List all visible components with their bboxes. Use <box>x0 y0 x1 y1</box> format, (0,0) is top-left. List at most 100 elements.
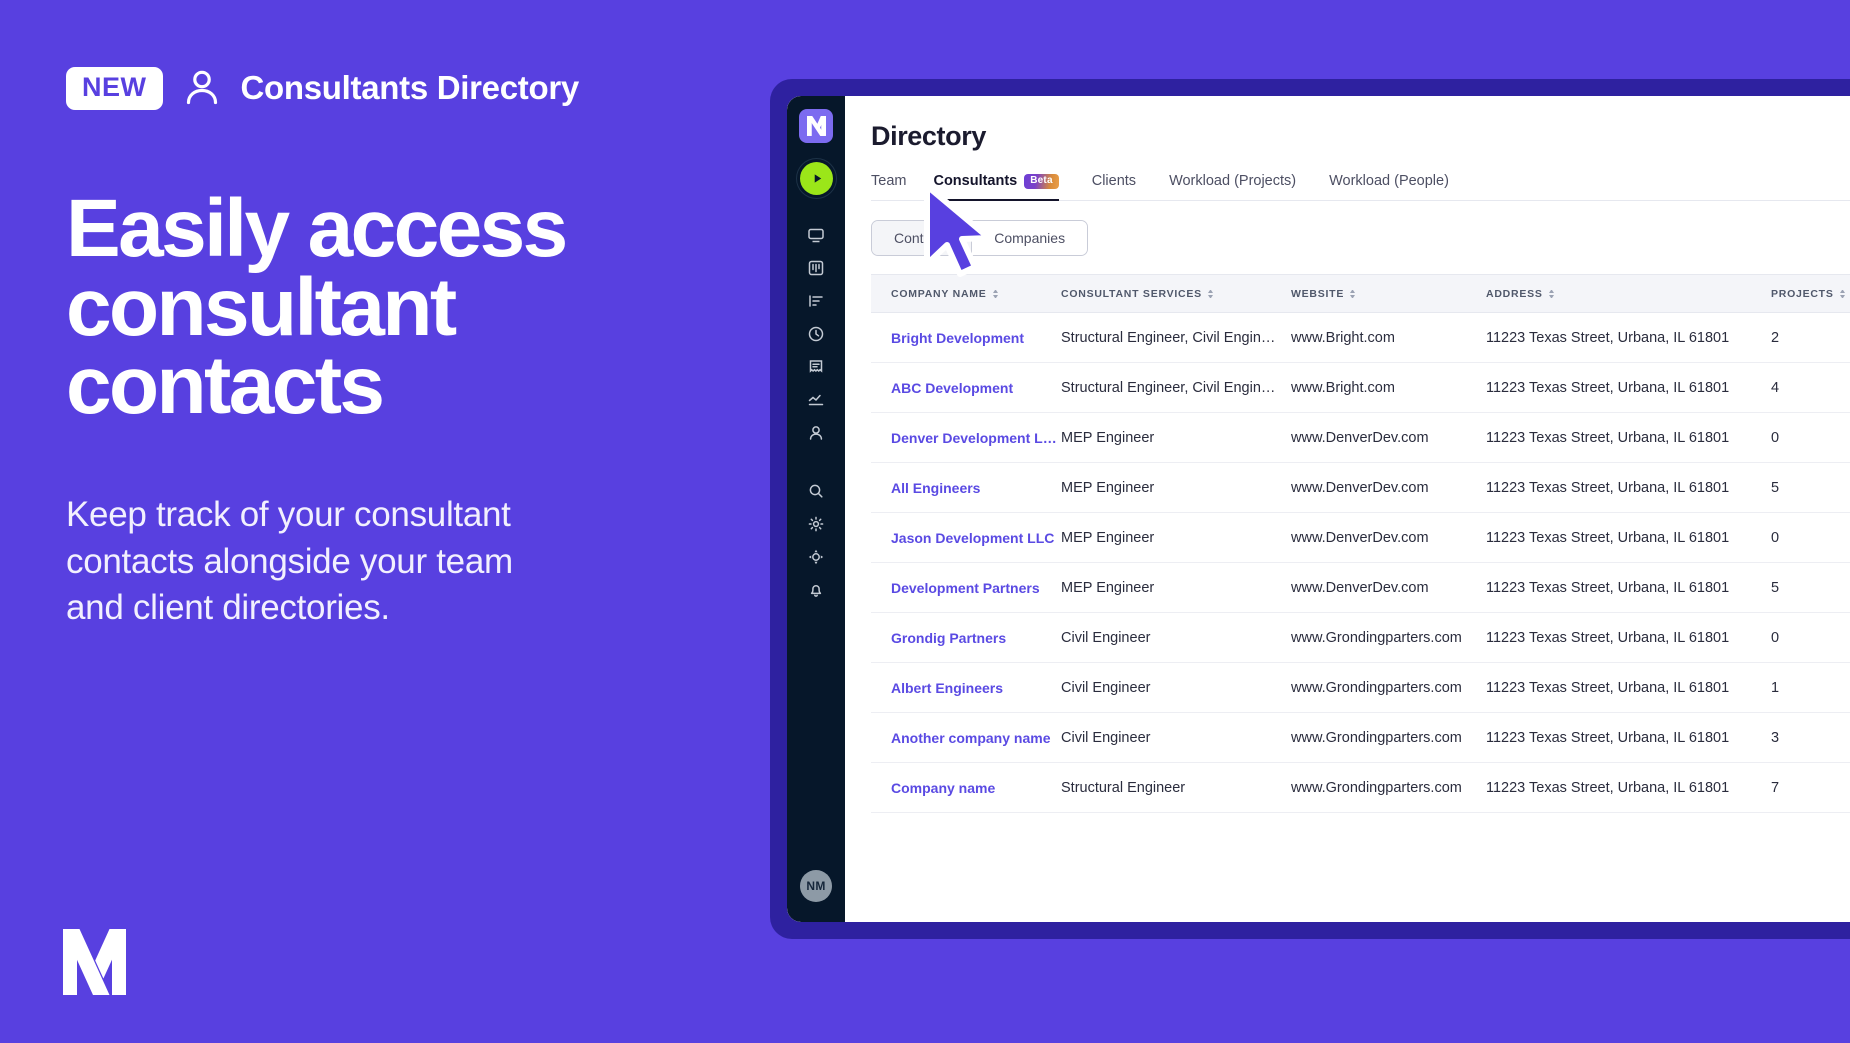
cell-company-name[interactable]: Denver Development LLC <box>871 412 1061 463</box>
cell-projects: 0 <box>1771 612 1850 663</box>
cell-company-name[interactable]: Another company name <box>871 712 1061 763</box>
cell-projects: 7 <box>1771 762 1850 813</box>
sort-icon <box>1839 289 1845 298</box>
tab-workload-people[interactable]: Workload (People) <box>1329 173 1466 200</box>
sidebar-item-monitor[interactable] <box>787 221 845 254</box>
monograph-logo <box>63 929 126 995</box>
table-row[interactable]: Another company name Civil Engineer www.Gr… <box>871 712 1850 763</box>
cell-website: www.Bright.com <box>1291 362 1486 413</box>
table-row[interactable]: Grondig Partners Civil Engineer www.Grondi… <box>871 612 1850 663</box>
table-row[interactable]: ABC Development Structural Engineer, Civi… <box>871 362 1850 413</box>
start-timer-button[interactable] <box>799 162 833 195</box>
cell-website: www.DenverDev.com <box>1291 512 1486 563</box>
consultants-table: COMPANY NAME CONSULTANT SERVICES WEBSITE… <box>871 274 1850 813</box>
app-window: NM Directory Team Consultants Beta Clien… <box>787 96 1850 922</box>
sidebar-logo-icon[interactable] <box>799 109 833 143</box>
sidebar-item-search[interactable] <box>787 477 845 510</box>
cell-consultant-services: Civil Engineer <box>1061 612 1291 663</box>
sidebar-item-board[interactable] <box>787 254 845 287</box>
cell-company-name[interactable]: All Engineers <box>871 462 1061 513</box>
person-icon <box>807 424 825 447</box>
cell-address: 11223 Texas Street, Urbana, IL 61801 <box>1486 562 1771 613</box>
table-row[interactable]: All Engineers MEP Engineer www.DenverDev.c… <box>871 462 1850 513</box>
cell-company-name[interactable]: Albert Engineers <box>871 662 1061 713</box>
sidebar-item-settings[interactable] <box>787 510 845 543</box>
beta-badge: Beta <box>1024 173 1059 189</box>
table-row[interactable]: Development Partners MEP Engineer www.Denv… <box>871 562 1850 613</box>
sidebar-item-notifications[interactable] <box>787 576 845 609</box>
cell-consultant-services: Civil Engineer <box>1061 712 1291 763</box>
task-list-icon <box>807 292 825 315</box>
sidebar-item-time[interactable] <box>787 320 845 353</box>
table-row[interactable]: Albert Engineers Civil Engineer www.Grondi… <box>871 662 1850 713</box>
segment-contacts[interactable]: Contacts <box>872 221 973 255</box>
sort-icon <box>1548 289 1554 298</box>
subcopy: Keep track of your consultant contacts a… <box>66 495 513 628</box>
cell-projects: 1 <box>1771 662 1850 713</box>
cell-website: www.Grondingparters.com <box>1291 762 1486 813</box>
cell-website: www.Grondingparters.com <box>1291 712 1486 763</box>
tab-label: Consultants <box>933 173 1018 189</box>
cell-consultant-services: MEP Engineer <box>1061 562 1291 613</box>
column-header-consultant-services[interactable]: CONSULTANT SERVICES <box>1061 274 1291 313</box>
sidebar-item-reports[interactable] <box>787 386 845 419</box>
cell-projects: 0 <box>1771 412 1850 463</box>
cell-projects: 0 <box>1771 512 1850 563</box>
cell-company-name[interactable]: Jason Development LLC <box>871 512 1061 563</box>
avatar[interactable]: NM <box>800 870 832 902</box>
tab-label: Workload (People) <box>1329 173 1449 189</box>
sort-icon <box>1207 289 1213 298</box>
sidebar-item-navigate[interactable] <box>787 543 845 576</box>
cell-address: 11223 Texas Street, Urbana, IL 61801 <box>1486 712 1771 763</box>
column-label: COMPANY NAME <box>891 287 987 300</box>
cell-address: 11223 Texas Street, Urbana, IL 61801 <box>1486 612 1771 663</box>
table-row[interactable]: Bright Development Structural Engineer, C… <box>871 312 1850 363</box>
cell-address: 11223 Texas Street, Urbana, IL 61801 <box>1486 312 1771 363</box>
tab-label: Team <box>871 173 907 189</box>
cell-website: www.Grondingparters.com <box>1291 662 1486 713</box>
cell-address: 11223 Texas Street, Urbana, IL 61801 <box>1486 512 1771 563</box>
tab-label: Workload (Projects) <box>1169 173 1297 189</box>
cell-website: www.Bright.com <box>1291 312 1486 363</box>
column-header-address[interactable]: ADDRESS <box>1486 274 1771 313</box>
cell-company-name[interactable]: ABC Development <box>871 362 1061 413</box>
table-row[interactable]: Jason Development LLC MEP Engineer www.Den… <box>871 512 1850 563</box>
sidebar-divider-gap <box>787 452 845 477</box>
sidebar-item-tasks[interactable] <box>787 287 845 320</box>
kanban-board-icon <box>807 259 825 282</box>
column-header-website[interactable]: WEBSITE <box>1291 274 1486 313</box>
table-header-row: COMPANY NAME CONSULTANT SERVICES WEBSITE… <box>871 274 1850 313</box>
table-body: Bright Development Structural Engineer, C… <box>871 312 1850 813</box>
chart-line-icon <box>807 391 825 414</box>
tab-clients[interactable]: Clients <box>1092 173 1153 200</box>
tab-workload-projects[interactable]: Workload (Projects) <box>1169 173 1313 200</box>
table-row[interactable]: Company name Structural Engineer www.Grond… <box>871 762 1850 813</box>
tab-consultants[interactable]: Consultants Beta <box>933 173 1075 201</box>
tab-bar: Team Consultants Beta Clients Workload (… <box>871 173 1850 201</box>
cell-company-name[interactable]: Bright Development <box>871 312 1061 363</box>
app-window-frame: NM Directory Team Consultants Beta Clien… <box>770 79 1850 939</box>
column-header-company-name[interactable]: COMPANY NAME <box>871 274 1061 313</box>
consultants-table-wrap: COMPANY NAME CONSULTANT SERVICES WEBSITE… <box>871 274 1850 813</box>
cell-company-name[interactable]: Development Partners <box>871 562 1061 613</box>
segment-companies[interactable]: Companies <box>972 221 1088 255</box>
cell-projects: 3 <box>1771 712 1850 763</box>
sidebar-item-invoices[interactable] <box>787 353 845 386</box>
cell-consultant-services: Structural Engineer <box>1061 762 1291 813</box>
cell-address: 11223 Texas Street, Urbana, IL 61801 <box>1486 762 1771 813</box>
cell-address: 11223 Texas Street, Urbana, IL 61801 <box>1486 362 1771 413</box>
cell-website: www.DenverDev.com <box>1291 462 1486 513</box>
invoice-icon <box>807 358 825 381</box>
cell-consultant-services: MEP Engineer <box>1061 512 1291 563</box>
sidebar-item-directory[interactable] <box>787 419 845 452</box>
cell-company-name[interactable]: Grondig Partners <box>871 612 1061 663</box>
column-header-projects[interactable]: PROJECTS <box>1771 274 1850 313</box>
cell-projects: 2 <box>1771 312 1850 363</box>
column-label: PROJECTS <box>1771 287 1834 300</box>
tab-team[interactable]: Team <box>871 173 906 200</box>
table-row[interactable]: Denver Development LLC MEP Engineer www.De… <box>871 412 1850 463</box>
person-icon <box>181 67 223 109</box>
new-badge: NEW <box>66 66 163 110</box>
search-icon <box>807 482 825 505</box>
cell-company-name[interactable]: Company name <box>871 762 1061 813</box>
